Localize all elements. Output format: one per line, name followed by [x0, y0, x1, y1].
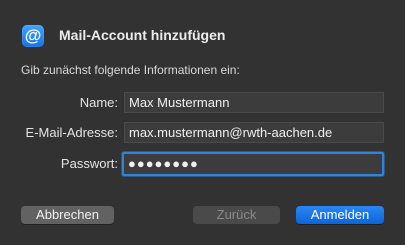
- name-row: Name: Max Mustermann: [0, 91, 405, 115]
- back-button[interactable]: Zurück: [193, 206, 280, 224]
- dialog-title: Mail-Account hinzufügen: [59, 27, 226, 43]
- name-label: Name:: [79, 95, 118, 110]
- password-row: Passwort: ●●●●●●●●: [0, 152, 405, 176]
- password-field[interactable]: ●●●●●●●●: [122, 152, 384, 176]
- sign-in-button[interactable]: Anmelden: [296, 206, 384, 224]
- email-field[interactable]: max.mustermann@rwth-aachen.de: [124, 122, 384, 143]
- password-label: Passwort:: [60, 156, 118, 171]
- cancel-button[interactable]: Abbrechen: [21, 206, 114, 224]
- email-label: E-Mail-Adresse:: [25, 125, 118, 140]
- dialog-subtitle: Gib zunächst folgende Informationen ein:: [21, 63, 240, 77]
- email-row: E-Mail-Adresse: max.mustermann@rwth-aach…: [0, 121, 405, 145]
- password-masked-value: ●●●●●●●●: [128, 156, 199, 171]
- add-mail-account-dialog: @ Mail-Account hinzufügen Gib zunächst f…: [0, 0, 405, 245]
- name-field[interactable]: Max Mustermann: [124, 92, 384, 113]
- at-sign-icon: @: [22, 25, 44, 47]
